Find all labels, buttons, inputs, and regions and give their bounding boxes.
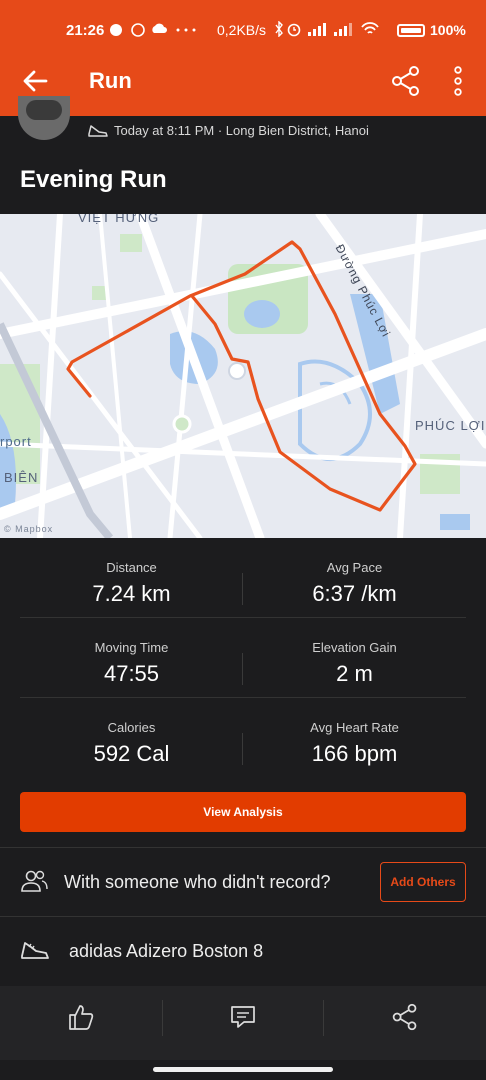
- status-bar: 21:26 0,2KB/s 100%: [0, 0, 486, 46]
- comment-icon: [231, 1006, 255, 1028]
- signal-icon: [308, 23, 326, 36]
- stat-calories: Calories 592 Cal: [20, 698, 243, 767]
- stat-value: 6:37 /km: [312, 581, 397, 606]
- view-analysis-button[interactable]: View Analysis: [20, 792, 466, 832]
- stat-label: Calories: [107, 720, 156, 735]
- activity-meta-text: Today at 8:11 PM · Long Bien District, H…: [114, 122, 369, 138]
- battery-icon: [397, 24, 425, 37]
- arrow-left-icon[interactable]: [20, 66, 50, 96]
- stat-label: Moving Time: [94, 640, 169, 655]
- stats-row: Calories 592 Cal Avg Heart Rate 166 bpm: [20, 698, 466, 778]
- page-title: Run: [89, 68, 132, 93]
- activity-meta: Today at 8:11 PM · Long Bien District, H…: [88, 122, 369, 138]
- signal-icon-2: [334, 23, 352, 36]
- bottom-action-bar: [0, 986, 486, 1060]
- gear-name: adidas Adizero Boston 8: [69, 941, 264, 961]
- stat-value: 7.24 km: [92, 581, 171, 606]
- stat-avg-pace: Avg Pace 6:37 /km: [243, 538, 466, 607]
- stats-row: Distance 7.24 km Avg Pace 6:37 /km: [20, 538, 466, 618]
- activity-title: Evening Run: [20, 166, 167, 193]
- more-vertical-icon[interactable]: [446, 65, 470, 97]
- shoe-icon: [21, 942, 49, 959]
- share-button[interactable]: [324, 986, 486, 1048]
- stat-label: Elevation Gain: [312, 640, 397, 655]
- share-icon[interactable]: [390, 65, 422, 97]
- like-button[interactable]: [0, 986, 162, 1048]
- network-speed: 0,2KB/s: [217, 22, 267, 38]
- home-indicator[interactable]: [153, 1067, 333, 1072]
- app-bar: Run: [0, 46, 486, 116]
- stat-label: Avg Heart Rate: [310, 720, 399, 735]
- wifi-icon: [361, 22, 379, 34]
- map-credit[interactable]: © Mapbox: [4, 524, 53, 534]
- stat-label: Avg Pace: [326, 560, 383, 575]
- map-label-viet-hung: VIỆT HƯNG: [78, 214, 160, 225]
- stat-value: 47:55: [103, 661, 160, 686]
- status-right-icons: [274, 20, 394, 40]
- stat-moving-time: Moving Time 47:55: [20, 618, 243, 687]
- map-label-phuc-loi: PHÚC LỢI: [415, 418, 486, 433]
- add-others-prompt: With someone who didn't record?: [64, 872, 331, 892]
- stat-value: 166 bpm: [311, 741, 398, 766]
- map-label-bien: BIÊN: [4, 470, 39, 485]
- shoe-icon: [88, 125, 108, 137]
- share-icon: [392, 1003, 417, 1031]
- add-others-button[interactable]: Add Others: [380, 862, 466, 902]
- battery-percent: 100%: [430, 22, 466, 38]
- stats-row: Moving Time 47:55 Elevation Gain 2 m: [20, 618, 466, 698]
- comment-button[interactable]: [162, 986, 324, 1048]
- stat-value: 2 m: [336, 661, 373, 686]
- map-label-airport: rport: [0, 434, 32, 449]
- stat-label: Distance: [106, 560, 157, 575]
- gear-row[interactable]: adidas Adizero Boston 8: [0, 917, 486, 985]
- stat-avg-heart-rate: Avg Heart Rate 166 bpm: [243, 698, 466, 767]
- add-others-row: With someone who didn't record? Add Othe…: [0, 848, 486, 916]
- bluetooth-icon: [275, 20, 283, 38]
- status-time: 21:26: [66, 22, 105, 39]
- activity-header: Today at 8:11 PM · Long Bien District, H…: [0, 96, 486, 214]
- stat-distance: Distance 7.24 km: [20, 538, 243, 607]
- people-icon: [21, 870, 48, 892]
- messenger-icon: [110, 23, 196, 37]
- map-canvas: [0, 214, 486, 538]
- thumbs-up-icon: [69, 1005, 94, 1030]
- stat-elevation-gain: Elevation Gain 2 m: [243, 618, 466, 687]
- notification-icons: [110, 22, 210, 41]
- route-map[interactable]: VIỆT HƯNG Đường Phúc Lợi PHÚC LỢI rport …: [0, 214, 486, 538]
- avatar[interactable]: [18, 96, 70, 140]
- stat-value: 592 Cal: [93, 741, 170, 766]
